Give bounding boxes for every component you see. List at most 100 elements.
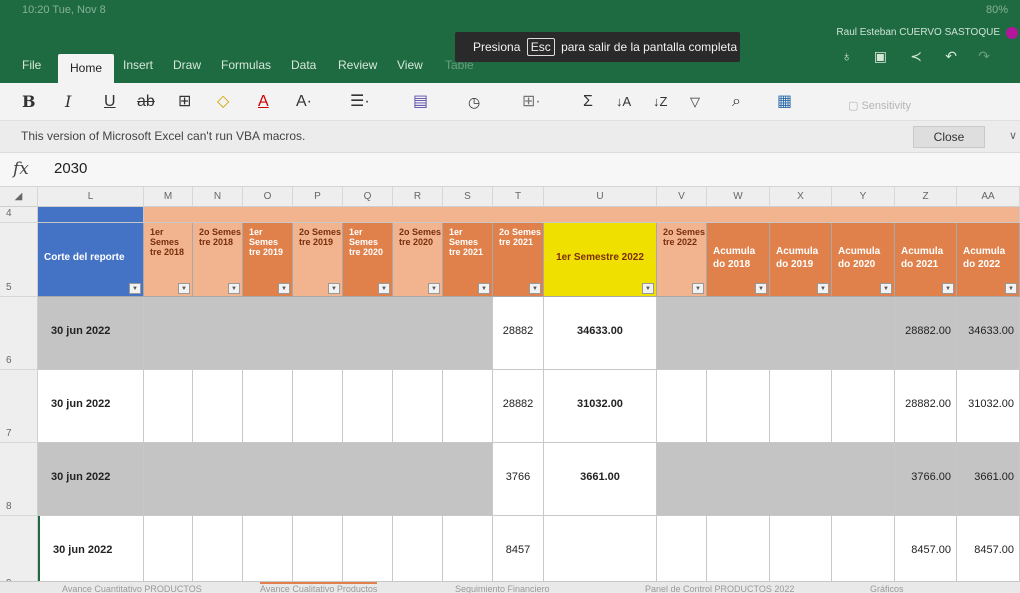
row-header-8[interactable]: 8 [0, 443, 38, 516]
sheet-tab-graficos[interactable]: Gráficos [870, 584, 904, 593]
column-header-o[interactable]: O [243, 187, 293, 207]
filter-dropdown-icon[interactable]: ▼ [942, 283, 954, 294]
table-row-acum-2022[interactable]: 34633.00 [957, 297, 1020, 370]
table-row-cell[interactable] [193, 370, 243, 443]
table-format-icon[interactable]: ▦ [777, 90, 792, 114]
header-2o-sem-2022[interactable]: 2o Semes tre 2022 ▼ [657, 223, 707, 297]
column-header-q[interactable]: Q [343, 187, 393, 207]
sensitivity-button[interactable]: ▢ Sensitivity [848, 94, 911, 118]
column-header-y[interactable]: Y [832, 187, 895, 207]
header-acumulado-2022[interactable]: Acumula do 2022 ▼ [957, 223, 1020, 297]
sort-descending-icon[interactable]: ↓Z [653, 90, 667, 114]
redo-icon[interactable]: ↷ [978, 48, 990, 65]
tab-formulas[interactable]: Formulas [221, 52, 271, 78]
strikethrough-button[interactable]: ab [137, 90, 155, 114]
table-row-cell[interactable] [770, 370, 832, 443]
share-icon[interactable]: ≺ [910, 48, 922, 65]
column-header-aa[interactable]: AA [957, 187, 1020, 207]
align-icon[interactable]: ☰· [350, 90, 370, 114]
header-1er-sem-2020[interactable]: 1er Semes tre 2020 ▼ [343, 223, 393, 297]
fx-icon[interactable]: fx [13, 159, 29, 179]
underline-button[interactable]: U [104, 90, 116, 114]
table-row-empty-cells[interactable] [144, 297, 493, 370]
tab-data[interactable]: Data [291, 52, 316, 78]
font-color-icon[interactable]: A [258, 90, 269, 114]
header-1er-semestre-2022[interactable]: 1er Semestre 2022 ▼ [544, 223, 657, 297]
table-row-2o-sem-2021[interactable]: 28882 [493, 370, 544, 443]
filter-dropdown-icon[interactable]: ▼ [880, 283, 892, 294]
formula-input[interactable]: 2030 [54, 160, 87, 177]
table-row-cell[interactable] [243, 370, 293, 443]
column-header-z[interactable]: Z [895, 187, 957, 207]
filter-dropdown-icon[interactable]: ▼ [328, 283, 340, 294]
column-header-m[interactable]: M [144, 187, 193, 207]
filter-dropdown-icon[interactable]: ▼ [755, 283, 767, 294]
row-header-4[interactable]: 4 [0, 207, 38, 223]
table-row-1er-sem-2022[interactable]: 34633.00 [544, 297, 657, 370]
table-row-acum-2021[interactable]: 28882.00 [895, 297, 957, 370]
chevron-down-icon[interactable]: ∨ [1009, 129, 1017, 142]
row-header-7[interactable]: 7 [0, 370, 38, 443]
tab-view[interactable]: View [397, 52, 423, 78]
table-row-1er-sem-2022[interactable]: 3661.00 [544, 443, 657, 516]
column-header-n[interactable]: N [193, 187, 243, 207]
column-header-x[interactable]: X [770, 187, 832, 207]
tab-draw[interactable]: Draw [173, 52, 201, 78]
header-1er-sem-2021[interactable]: 1er Semes tre 2021 ▼ [443, 223, 493, 297]
font-size-icon[interactable]: A· [296, 90, 312, 114]
filter-dropdown-icon[interactable]: ▼ [1005, 283, 1017, 294]
header-1er-sem-2018[interactable]: 1er Semes tre 2018 ▼ [144, 223, 193, 297]
select-all-corner[interactable]: ◢ [0, 187, 38, 207]
table-row-corte[interactable]: 30 jun 2022 [38, 370, 144, 443]
filter-dropdown-icon[interactable]: ▼ [692, 283, 704, 294]
avatar[interactable] [1006, 27, 1018, 39]
table-row-empty-cells[interactable] [144, 443, 493, 516]
header-2o-sem-2019[interactable]: 2o Semes tre 2019 ▼ [293, 223, 343, 297]
undo-icon[interactable]: ↶ [945, 48, 957, 65]
table-row-cell[interactable] [832, 370, 895, 443]
tab-home[interactable]: Home [58, 54, 115, 83]
header-2o-sem-2018[interactable]: 2o Semes tre 2018 ▼ [193, 223, 243, 297]
header-acumulado-2020[interactable]: Acumula do 2020 ▼ [832, 223, 895, 297]
filter-dropdown-icon[interactable]: ▼ [428, 283, 440, 294]
autosum-button[interactable]: Σ [583, 90, 593, 114]
column-header-w[interactable]: W [707, 187, 770, 207]
filter-dropdown-icon[interactable]: ▼ [478, 283, 490, 294]
filter-dropdown-icon[interactable]: ▼ [642, 283, 654, 294]
filter-dropdown-icon[interactable]: ▼ [529, 283, 541, 294]
table-row-acum-2022[interactable]: 31032.00 [957, 370, 1020, 443]
column-header-u[interactable]: U [544, 187, 657, 207]
tab-review[interactable]: Review [338, 52, 377, 78]
table-row-cell[interactable] [343, 370, 393, 443]
column-header-r[interactable]: R [393, 187, 443, 207]
table-row-2o-sem-2021[interactable]: 3766 [493, 443, 544, 516]
sheet-tab-panel-de-control[interactable]: Panel de Control PRODUCTOS 2022 [645, 584, 794, 593]
cell-l4[interactable] [38, 207, 144, 223]
column-header-p[interactable]: P [293, 187, 343, 207]
filter-icon[interactable]: ▽ [690, 90, 700, 114]
filter-dropdown-icon[interactable]: ▼ [129, 283, 141, 294]
column-header-s[interactable]: S [443, 187, 493, 207]
table-row-cell[interactable] [293, 370, 343, 443]
tab-insert[interactable]: Insert [123, 52, 153, 78]
table-row-acum-2022[interactable]: 3661.00 [957, 443, 1020, 516]
header-corte-del-reporte[interactable]: Corte del reporte ▼ [38, 223, 144, 297]
sort-ascending-icon[interactable]: ↓A [616, 90, 631, 114]
table-row-cell[interactable] [443, 370, 493, 443]
borders-icon[interactable]: ⊞ [178, 90, 191, 114]
close-button[interactable]: Close [913, 126, 985, 148]
table-row-1er-sem-2022[interactable]: 31032.00 [544, 370, 657, 443]
user-name[interactable]: Raul Esteban CUERVO SASTOQUE [836, 27, 1000, 38]
table-row-corte[interactable]: 30 jun 2022 [38, 443, 144, 516]
table-row-acum-2021[interactable]: 28882.00 [895, 370, 957, 443]
header-acumulado-2019[interactable]: Acumula do 2019 ▼ [770, 223, 832, 297]
format-icon[interactable]: ▤ [413, 90, 428, 114]
header-acumulado-2021[interactable]: Acumula do 2021 ▼ [895, 223, 957, 297]
column-header-t[interactable]: T [493, 187, 544, 207]
bold-button[interactable]: B [22, 90, 36, 114]
filter-dropdown-icon[interactable]: ▼ [228, 283, 240, 294]
filter-dropdown-icon[interactable]: ▼ [178, 283, 190, 294]
table-row-cell[interactable] [657, 370, 707, 443]
sheet-tab-avance-cuantitativo[interactable]: Avance Cuantitativo PRODUCTOS [62, 584, 202, 593]
row-header-5[interactable]: 5 [0, 223, 38, 297]
